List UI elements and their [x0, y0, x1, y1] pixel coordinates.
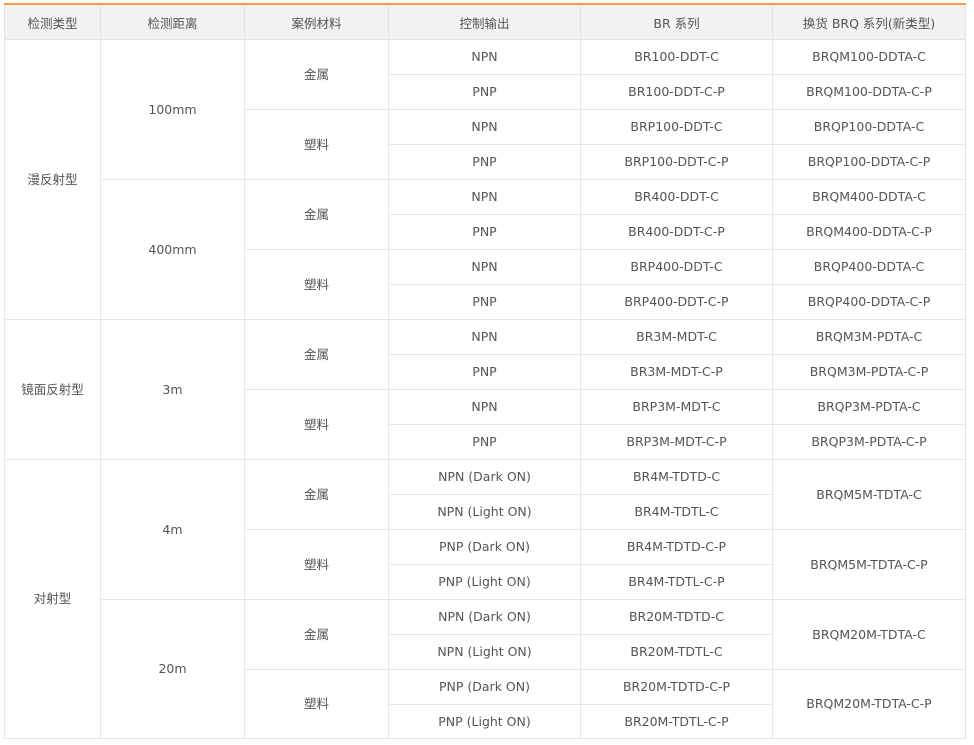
br-model-cell: BR4M-TDTD-C [580, 459, 773, 495]
br-model-cell: BR400-DDT-C [580, 179, 773, 215]
distance-cell: 3m [100, 319, 245, 460]
output-cell: PNP (Dark ON) [388, 669, 581, 705]
brq-model-cell: BRQM100-DDTA-C-P [772, 74, 966, 110]
output-cell: PNP [388, 284, 581, 320]
output-cell: NPN (Dark ON) [388, 599, 581, 635]
table-row: 20m 金属 NPN (Dark ON) BR20M-TDTD-C BRQM20… [5, 599, 966, 739]
br-model-cell: BR4M-TDTL-C-P [580, 564, 773, 600]
output-cell: NPN (Dark ON) [388, 459, 581, 495]
br-model-cell: BR4M-TDTL-C [580, 494, 773, 530]
br-model-cell: BR3M-MDT-C [580, 319, 773, 355]
brq-model-cell: BRQM3M-PDTA-C-P [772, 354, 966, 390]
brq-model-cell: BRQP100-DDTA-C [772, 109, 966, 145]
material-cell: 塑料 [244, 669, 389, 739]
brq-model-cell: BRQP3M-PDTA-C [772, 389, 966, 425]
output-cell: NPN (Light ON) [388, 494, 581, 530]
output-cell: PNP (Light ON) [388, 564, 581, 600]
material-cell: 金属 [244, 459, 389, 530]
material-cell: 金属 [244, 319, 389, 390]
header-brq-series: 换货 BRQ 系列(新类型) [772, 3, 966, 40]
output-cell: NPN [388, 179, 581, 215]
output-cell: PNP [388, 214, 581, 250]
br-model-cell: BRP3M-MDT-C-P [580, 424, 773, 460]
material-cell: 塑料 [244, 529, 389, 600]
br-model-cell: BR4M-TDTD-C-P [580, 529, 773, 565]
header-detection-type: 检测类型 [4, 3, 101, 40]
br-model-cell: BR3M-MDT-C-P [580, 354, 773, 390]
material-cell: 金属 [244, 39, 389, 110]
header-control-output: 控制输出 [388, 3, 581, 40]
header-detection-distance: 检测距离 [100, 3, 245, 40]
detection-type-cell: 漫反射型 [4, 39, 101, 320]
output-cell: PNP [388, 74, 581, 110]
br-model-cell: BR100-DDT-C [580, 39, 773, 75]
table-header-row: 检测类型 检测距离 案例材料 控制输出 BR 系列 换货 BRQ 系列(新类型) [4, 3, 966, 40]
table-row: 400mm 金属 NPN BR400-DDT-C BRQM400-DDTA-C [5, 179, 966, 320]
sensor-replacement-table: 检测类型 检测距离 案例材料 控制输出 BR 系列 换货 BRQ 系列(新类型)… [4, 3, 966, 739]
br-model-cell: BR20M-TDTD-C [580, 599, 773, 635]
table-row: 对射型 4m 金属 NPN (Dark ON) BR4M-TDTD-C BRQM… [4, 459, 966, 739]
material-cell: 金属 [244, 179, 389, 250]
brq-model-cell: BRQM3M-PDTA-C [772, 319, 966, 355]
brq-model-cell: BRQM5M-TDTA-C-P [772, 529, 966, 600]
table-row: 漫反射型 100mm 金属 NPN BR100-DDT-C BRQM100-DD… [4, 39, 966, 320]
br-model-cell: BRP100-DDT-C [580, 109, 773, 145]
material-cell: 金属 [244, 599, 389, 670]
br-model-cell: BR20M-TDTL-C-P [580, 704, 773, 739]
material-cell: 塑料 [244, 109, 389, 180]
brq-model-cell: BRQP3M-PDTA-C-P [772, 424, 966, 460]
output-cell: NPN (Light ON) [388, 634, 581, 670]
material-cell: 塑料 [244, 389, 389, 460]
output-cell: NPN [388, 39, 581, 75]
distance-cell: 400mm [100, 179, 245, 320]
brq-model-cell: BRQM20M-TDTA-C-P [772, 669, 966, 739]
brq-model-cell: BRQM100-DDTA-C [772, 39, 966, 75]
detection-type-cell: 对射型 [4, 459, 101, 739]
output-cell: PNP [388, 144, 581, 180]
detection-type-cell: 镜面反射型 [4, 319, 101, 460]
brq-model-cell: BRQM400-DDTA-C [772, 179, 966, 215]
header-br-series: BR 系列 [580, 3, 773, 40]
brq-model-cell: BRQM20M-TDTA-C [772, 599, 966, 670]
output-cell: NPN [388, 389, 581, 425]
output-cell: PNP (Light ON) [388, 704, 581, 739]
br-model-cell: BRP400-DDT-C [580, 249, 773, 285]
br-model-cell: BR400-DDT-C-P [580, 214, 773, 250]
br-model-cell: BRP100-DDT-C-P [580, 144, 773, 180]
br-model-cell: BR100-DDT-C-P [580, 74, 773, 110]
output-cell: NPN [388, 249, 581, 285]
brq-model-cell: BRQM5M-TDTA-C [772, 459, 966, 530]
brq-model-cell: BRQP100-DDTA-C-P [772, 144, 966, 180]
distance-cell: 4m [100, 459, 245, 600]
output-cell: NPN [388, 109, 581, 145]
brq-model-cell: BRQP400-DDTA-C [772, 249, 966, 285]
output-cell: PNP (Dark ON) [388, 529, 581, 565]
table-row: 镜面反射型 3m 金属 NPN BR3M-MDT-C BRQM3M-PDTA-C [4, 319, 966, 460]
brq-model-cell: BRQM400-DDTA-C-P [772, 214, 966, 250]
output-cell: PNP [388, 354, 581, 390]
br-model-cell: BR20M-TDTD-C-P [580, 669, 773, 705]
br-model-cell: BRP3M-MDT-C [580, 389, 773, 425]
br-model-cell: BRP400-DDT-C-P [580, 284, 773, 320]
material-cell: 塑料 [244, 249, 389, 320]
output-cell: PNP [388, 424, 581, 460]
brq-model-cell: BRQP400-DDTA-C-P [772, 284, 966, 320]
output-cell: NPN [388, 319, 581, 355]
br-model-cell: BR20M-TDTL-C [580, 634, 773, 670]
distance-cell: 20m [100, 599, 245, 739]
header-case-material: 案例材料 [244, 3, 389, 40]
distance-cell: 100mm [100, 39, 245, 180]
spec-table-container: 检测类型 检测距离 案例材料 控制输出 BR 系列 换货 BRQ 系列(新类型)… [4, 3, 966, 739]
